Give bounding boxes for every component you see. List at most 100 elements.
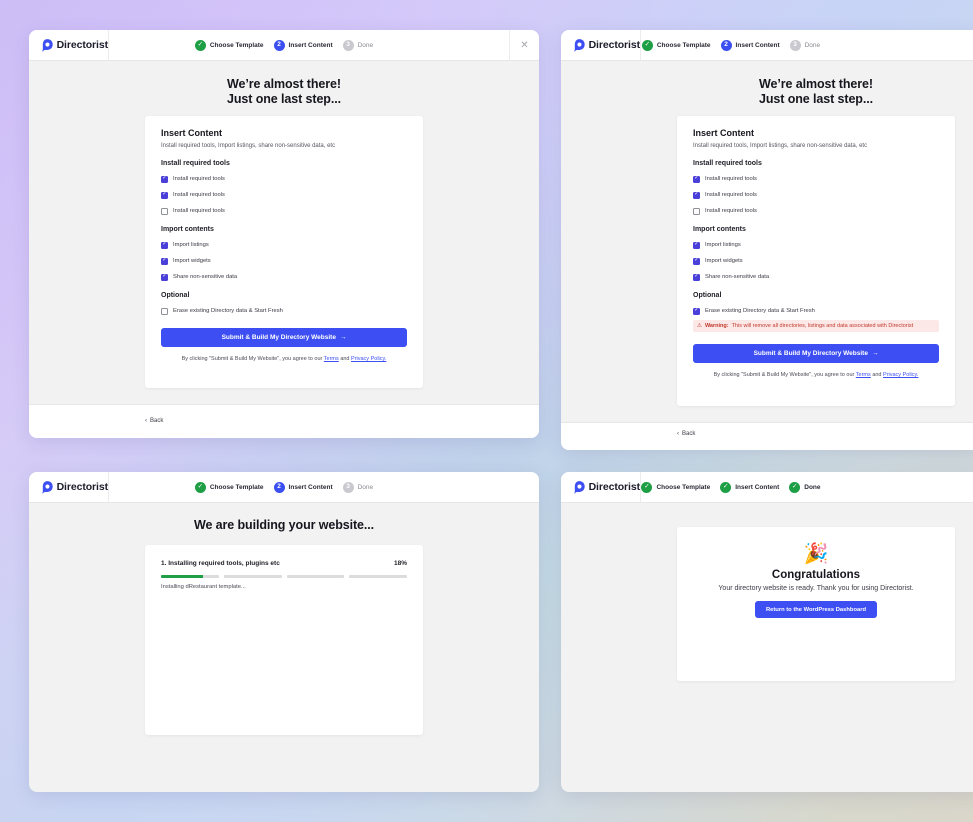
step-choose-template[interactable]: ✓ Choose Template (194, 40, 264, 51)
checkbox-label: Install required tools (705, 208, 757, 214)
checkbox-label: Import widgets (705, 258, 743, 264)
progress-header: 1. Installing required tools, plugins et… (161, 560, 407, 567)
progress-task-label: 1. Installing required tools, plugins et… (161, 560, 280, 567)
privacy-policy-link[interactable]: Privacy Policy. (883, 372, 918, 378)
step-insert-content[interactable]: 2 Insert Content (273, 40, 333, 51)
agreement-and: and (872, 372, 882, 378)
checkbox-tool-2[interactable]: ✓ Install required tools (161, 191, 407, 199)
brand-logo[interactable]: Directorist (29, 472, 109, 503)
step-insert-content[interactable]: 2 Insert Content (273, 482, 333, 493)
chevron-left-icon: ‹ (145, 418, 147, 424)
terms-link[interactable]: Terms (324, 356, 339, 362)
page-title: We’re almost there! Just one last step..… (29, 77, 539, 107)
congratulations-card: 🎉 Congratulations Your directory website… (677, 527, 955, 681)
wizard-header: Directorist ✓ Choose Template ✓ Insert C… (561, 472, 973, 503)
checkbox-checked-icon[interactable]: ✓ (693, 257, 700, 265)
submit-build-button[interactable]: Submit & Build My Directory Website → (693, 344, 939, 363)
section-import-contents: Import contents (693, 226, 746, 233)
congratulations-title: Congratulations (771, 569, 861, 581)
checkbox-erase-data[interactable]: ✓ Erase existing Directory data & Start … (693, 307, 939, 315)
agreement-prefix: By clicking "Submit & Build My Website",… (181, 356, 323, 362)
section-optional: Optional (161, 292, 190, 299)
arrow-right-icon: → (871, 350, 879, 357)
checkbox-import-widgets[interactable]: ✓ Import widgets (161, 257, 407, 265)
back-label: Back (682, 431, 696, 437)
step-done[interactable]: 3 Done (342, 482, 373, 493)
checkbox-share-data[interactable]: ✓ Share non-sensitive data (161, 273, 407, 281)
checkbox-share-data[interactable]: ✓ Share non-sensitive data (693, 273, 939, 281)
submit-label: Submit & Build My Directory Website (753, 350, 868, 357)
check-icon: ✓ (720, 482, 732, 493)
step-number: 2 (273, 40, 285, 51)
step-done[interactable]: ✓ Done (789, 482, 821, 493)
return-dashboard-button[interactable]: Return to the WordPress Dashboard (755, 601, 877, 618)
step-label: Done (804, 484, 821, 491)
checkbox-checked-icon[interactable]: ✓ (161, 273, 168, 281)
close-button[interactable]: ✕ (509, 30, 539, 61)
checkbox-unchecked-icon[interactable] (693, 207, 700, 215)
brand-logo[interactable]: Directorist (561, 472, 641, 503)
check-icon: ✓ (641, 482, 653, 493)
step-label: Insert Content (735, 484, 780, 491)
checkbox-checked-icon[interactable]: ✓ (693, 307, 700, 315)
checkbox-unchecked-icon[interactable] (161, 207, 168, 215)
back-button[interactable]: ‹ Back (677, 431, 695, 437)
step-label: Insert Content (288, 42, 333, 49)
step-done[interactable]: 3 Done (342, 40, 374, 51)
back-button[interactable]: ‹ Back (145, 418, 163, 424)
brand-logo[interactable]: Directorist (561, 30, 641, 61)
terms-link[interactable]: Terms (856, 372, 871, 378)
step-label: Choose Template (209, 484, 264, 491)
checkbox-tool-1[interactable]: ✓ Install required tools (161, 175, 407, 183)
checkbox-checked-icon[interactable]: ✓ (161, 175, 168, 183)
card-subtitle: Install required tools, Import listings,… (161, 143, 336, 149)
progress-segment (286, 575, 345, 578)
checkbox-tool-1[interactable]: ✓ Install required tools (693, 175, 939, 183)
progress-status: Installing dRestaurant template... (161, 584, 246, 590)
brand-logo[interactable]: Directorist (29, 30, 109, 61)
checkbox-unchecked-icon[interactable] (161, 307, 168, 315)
checkbox-erase-data[interactable]: Erase existing Directory data & Start Fr… (161, 307, 407, 315)
section-install-tools: Install required tools (161, 160, 230, 167)
brand-name: Directorist (56, 481, 109, 493)
checkbox-tool-3[interactable]: Install required tools (693, 207, 939, 215)
window-insert-content-warning: Directorist ✓ Choose Template 2 Insert C… (561, 30, 973, 450)
step-label: Insert Content (735, 42, 780, 49)
step-insert-content[interactable]: ✓ Insert Content (720, 482, 779, 493)
checkbox-checked-icon[interactable]: ✓ (693, 191, 700, 199)
checkbox-import-listings[interactable]: ✓ Import listings (161, 241, 407, 249)
checkbox-checked-icon[interactable]: ✓ (693, 273, 700, 281)
checkbox-import-widgets[interactable]: ✓ Import widgets (693, 257, 939, 265)
checkbox-checked-icon[interactable]: ✓ (161, 257, 168, 265)
directorist-logo-icon (41, 39, 53, 52)
submit-build-button[interactable]: Submit & Build My Directory Website → (161, 328, 407, 347)
step-done[interactable]: 3 Done (789, 40, 820, 51)
insert-content-card: Insert Content Install required tools, I… (677, 116, 955, 406)
privacy-policy-link[interactable]: Privacy Policy. (351, 356, 386, 362)
checkbox-checked-icon[interactable]: ✓ (161, 241, 168, 249)
checkbox-tool-2[interactable]: ✓ Install required tools (693, 191, 939, 199)
checkbox-checked-icon[interactable]: ✓ (161, 191, 168, 199)
step-choose-template[interactable]: ✓ Choose Template (641, 482, 710, 493)
checkbox-label: Erase existing Directory data & Start Fr… (173, 308, 283, 314)
checkbox-tool-3[interactable]: Install required tools (161, 207, 407, 215)
section-import-contents: Import contents (161, 226, 214, 233)
back-label: Back (150, 418, 164, 424)
step-choose-template[interactable]: ✓ Choose Template (641, 40, 711, 51)
section-optional: Optional (693, 292, 722, 299)
window-insert-content: Directorist ✓ Choose Template 2 Insert C… (29, 30, 539, 438)
checkbox-checked-icon[interactable]: ✓ (693, 175, 700, 183)
page-title: We’re almost there! Just one last step..… (677, 77, 955, 107)
progress-segment (349, 575, 407, 578)
wizard-footer: ‹ Back (29, 404, 539, 438)
window-building: Directorist ✓ Choose Template 2 Insert C… (29, 472, 539, 792)
step-choose-template[interactable]: ✓ Choose Template (194, 482, 264, 493)
checkbox-import-listings[interactable]: ✓ Import listings (693, 241, 939, 249)
step-insert-content[interactable]: 2 Insert Content (720, 40, 780, 51)
card-title: Insert Content (161, 128, 223, 138)
step-label: Done (357, 42, 374, 49)
warning-text: This will remove all directories, listin… (731, 323, 914, 329)
progress-segment (223, 575, 282, 578)
checkbox-checked-icon[interactable]: ✓ (693, 241, 700, 249)
page-title: We are building your website... (193, 518, 375, 532)
